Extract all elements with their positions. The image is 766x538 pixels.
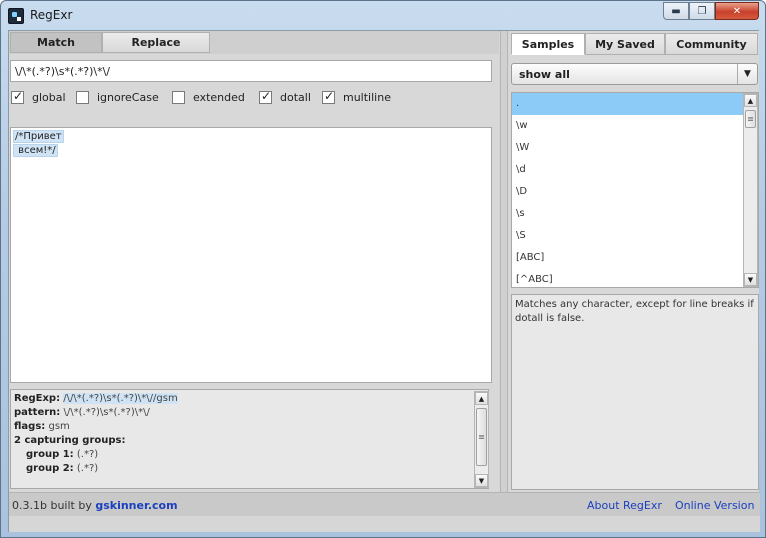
about-link[interactable]: About RegExr (587, 499, 662, 512)
pane-divider[interactable] (500, 31, 508, 492)
pattern-label: pattern: (14, 407, 61, 418)
flag-label: multiline (343, 91, 391, 104)
flag-extended[interactable]: extended (172, 91, 245, 104)
extended-checkbox[interactable] (172, 91, 185, 104)
window-controls: ▬ ❐ ✕ (663, 2, 759, 20)
list-item[interactable]: [ABC] (512, 247, 744, 269)
groups-label: 2 capturing groups: (14, 435, 126, 446)
group2-label: group 2: (26, 463, 74, 474)
flag-label: ignoreCase (97, 91, 159, 104)
close-button[interactable]: ✕ (715, 2, 759, 20)
right-pane: Samples My Saved Community show all ▼ . … (509, 31, 759, 492)
scroll-thumb[interactable] (745, 110, 756, 128)
regexp-label: RegExp: (14, 393, 61, 404)
list-item[interactable]: [^ABC] (512, 269, 744, 287)
minimize-icon: ▬ (671, 5, 681, 17)
app-icon (8, 8, 24, 24)
list-item[interactable]: \W (512, 137, 744, 159)
maximize-icon: ❐ (697, 5, 707, 17)
multiline-checkbox[interactable] (322, 89, 335, 104)
flag-label: global (32, 91, 66, 104)
flag-label: dotall (280, 91, 311, 104)
regex-info-panel: RegExp: /\/\*(.*?)\s*(.*?)\*\//gsm patte… (10, 389, 489, 489)
window-title: RegExr (30, 8, 73, 22)
regex-input[interactable] (10, 60, 492, 82)
tab-replace[interactable]: Replace (102, 32, 210, 53)
version-label: 0.3.1b built by (12, 499, 96, 512)
info-scrollbar[interactable]: ▲ ▼ (474, 391, 489, 488)
tab-my-saved[interactable]: My Saved (585, 33, 665, 55)
match-highlight: /*Привет (13, 130, 64, 143)
bottom-strip (9, 516, 760, 532)
group1-value: (.*?) (76, 449, 99, 460)
samples-filter-dropdown[interactable]: show all ▼ (511, 63, 758, 85)
flag-global[interactable]: global (11, 89, 66, 104)
source-text-area[interactable]: /*Привет всем!*/ (10, 127, 492, 383)
version-text: 0.3.1b built by gskinner.com (12, 499, 178, 512)
sample-description: Matches any character, except for line b… (511, 294, 759, 490)
tab-samples[interactable]: Samples (511, 33, 585, 55)
ignorecase-checkbox[interactable] (76, 91, 89, 104)
gskinner-link[interactable]: gskinner.com (95, 499, 177, 512)
flags-row: global ignoreCase extended dotall multil… (9, 89, 499, 109)
chevron-down-icon: ▼ (737, 64, 757, 84)
regexr-window: RegExr ▬ ❐ ✕ Match Replace global ignore… (0, 0, 766, 538)
samples-scrollbar[interactable]: ▲ ▼ (743, 93, 758, 287)
status-bar: 0.3.1b built by gskinner.com About RegEx… (9, 492, 760, 516)
minimize-button[interactable]: ▬ (663, 2, 689, 20)
list-item[interactable]: \d (512, 159, 744, 181)
pattern-value: \/\*(.*?)\s*(.*?)\*\/ (63, 407, 150, 418)
dotall-checkbox[interactable] (259, 89, 272, 104)
group2-value: (.*?) (76, 463, 99, 474)
list-item[interactable]: . (512, 93, 744, 115)
list-item[interactable]: \S (512, 225, 744, 247)
tab-match[interactable]: Match (10, 32, 102, 53)
scroll-down-icon[interactable]: ▼ (744, 273, 757, 286)
flag-multiline[interactable]: multiline (322, 89, 391, 104)
app-client-area: Match Replace global ignoreCase extended (8, 30, 760, 532)
group1-label: group 1: (26, 449, 74, 460)
scroll-up-icon[interactable]: ▲ (744, 94, 757, 107)
flag-ignorecase[interactable]: ignoreCase (76, 91, 159, 104)
global-checkbox[interactable] (11, 89, 24, 104)
online-version-link[interactable]: Online Version (675, 499, 754, 512)
list-item[interactable]: \w (512, 115, 744, 137)
maximize-button[interactable]: ❐ (689, 2, 715, 20)
scroll-down-icon[interactable]: ▼ (475, 474, 488, 487)
close-icon: ✕ (732, 5, 742, 17)
samples-list: . \w \W \d \D \s \S [ABC] [^ABC] ▲ ▼ (511, 92, 759, 288)
list-item[interactable]: \s (512, 203, 744, 225)
scroll-up-icon[interactable]: ▲ (475, 392, 488, 405)
flag-label: extended (193, 91, 245, 104)
dropdown-selected: show all (519, 68, 570, 81)
flag-dotall[interactable]: dotall (259, 89, 311, 104)
flags-value: gsm (48, 421, 70, 432)
title-bar[interactable]: RegExr ▬ ❐ ✕ (1, 1, 765, 30)
left-pane: Match Replace global ignoreCase extended (9, 31, 499, 509)
match-highlight: всем!*/ (13, 144, 58, 157)
regexp-value: /\/\*(.*?)\s*(.*?)\*\//gsm (63, 393, 178, 404)
mode-tabbar: Match Replace (9, 31, 499, 54)
tab-community[interactable]: Community (665, 33, 758, 55)
scroll-thumb[interactable] (476, 408, 487, 466)
flags-label: flags: (14, 421, 46, 432)
list-item[interactable]: \D (512, 181, 744, 203)
